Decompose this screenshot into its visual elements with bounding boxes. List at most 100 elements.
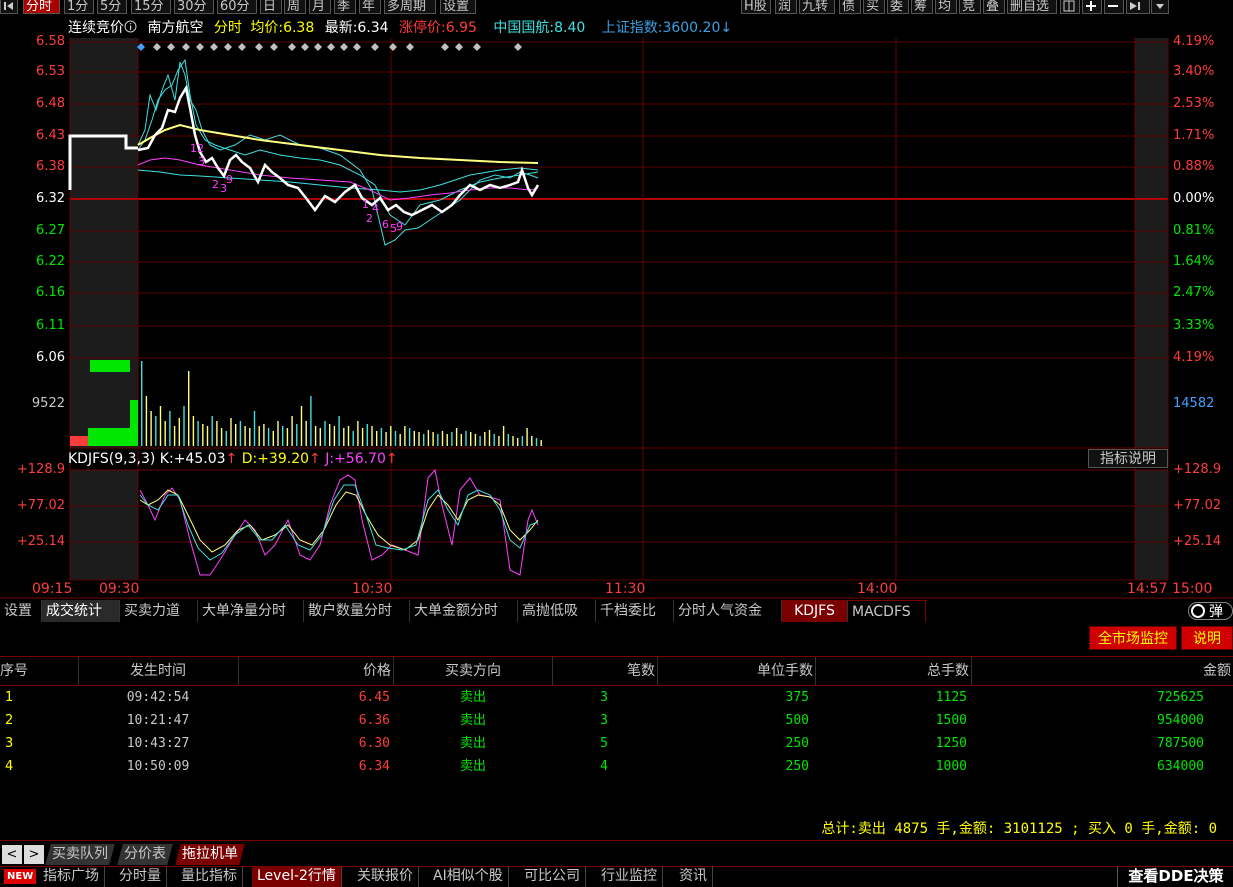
time-label-1400: 14:00: [857, 581, 898, 597]
table-row[interactable]: 3 10:43:27 6.30 卖出 5 250 1250 787500: [0, 732, 1233, 755]
volume-bar: [385, 432, 387, 446]
tab-related-quotes[interactable]: 关联报价: [352, 866, 419, 887]
indicator-tab-popularity[interactable]: 分时人气资金: [674, 600, 782, 622]
volume-bar: [338, 416, 340, 446]
table-cell: 634000: [1157, 759, 1204, 774]
tab-industry-monitor[interactable]: 行业监控: [596, 866, 663, 887]
price-label-right: 1.64%: [1173, 254, 1215, 269]
volume-bar: [333, 426, 336, 446]
volume-bar: [371, 426, 373, 446]
table-cell: 1: [5, 690, 14, 705]
tab-order-queue[interactable]: 买卖队列: [45, 844, 115, 865]
tab-level2[interactable]: Level-2行情: [252, 866, 342, 887]
volume-bar: [507, 434, 509, 446]
volume-bar: [249, 428, 251, 446]
indicator-tab-macdfs[interactable]: MACDFS: [848, 600, 926, 622]
volume-bar: [531, 436, 533, 446]
price-label-right: 0.81%: [1173, 223, 1215, 238]
volume-bar: [455, 428, 458, 446]
th-amount[interactable]: 金额: [972, 657, 1233, 685]
dde-decision-button[interactable]: 查看DDE决策: [1117, 866, 1233, 887]
time-label-1030: 10:30: [352, 581, 393, 597]
popup-toggle[interactable]: 弹: [1188, 602, 1233, 620]
diamond-marker: [182, 43, 190, 51]
tab-indicator-plaza[interactable]: 指标广场: [38, 866, 105, 887]
market-monitor-button[interactable]: 全市场监控: [1089, 626, 1177, 650]
volume-axis-right: 14582: [1173, 396, 1215, 411]
tab-tractor-orders[interactable]: 拖拉机单: [175, 844, 245, 865]
table-cell: 6.45: [358, 690, 390, 705]
indicator-tab-kdjfs[interactable]: KDJFS: [782, 600, 848, 622]
th-time[interactable]: 发生时间: [78, 657, 239, 685]
volume-bar: [319, 428, 321, 446]
volume-bar: [517, 438, 519, 446]
kdj-axis-right-0: +128.9: [1173, 462, 1222, 477]
th-index[interactable]: 序号: [0, 657, 79, 685]
volume-bar: [512, 436, 514, 446]
kdj-line: [139, 484, 539, 561]
indicator-tab-big-amount[interactable]: 大单金额分时: [410, 600, 518, 622]
time-label-1130: 11:30: [605, 581, 646, 597]
volume-bar: [141, 361, 143, 446]
explain-button[interactable]: 说明: [1181, 626, 1233, 650]
th-total-lots[interactable]: 总手数: [816, 657, 972, 685]
tab-ai-similar[interactable]: AI相似个股: [428, 866, 509, 887]
table-cell: 卖出: [459, 759, 486, 774]
volume-bar: [521, 436, 524, 446]
volume-bar: [253, 411, 256, 446]
scroll-prev-button[interactable]: <: [2, 845, 22, 864]
price-label-left: 6.11: [36, 318, 65, 333]
diamond-marker: [224, 43, 232, 51]
indicator-tab-big-net-volume[interactable]: 大单净量分时: [198, 600, 304, 622]
signal-number: 9: [226, 173, 233, 186]
th-direction[interactable]: 买卖方向: [394, 657, 553, 685]
indicator-tab-trade-stats[interactable]: 成交统计: [42, 600, 120, 622]
tab-price-table[interactable]: 分价表: [117, 844, 173, 865]
th-price[interactable]: 价格: [238, 657, 394, 685]
volume-bar: [380, 428, 383, 446]
table-cell: 6.36: [358, 713, 390, 728]
volume-bar: [535, 438, 538, 446]
diamond-marker: [153, 43, 161, 51]
volume-bar: [150, 411, 152, 446]
table-cell: 卖出: [459, 736, 486, 751]
indicator-tab-buy-sell-force[interactable]: 买卖力道: [120, 600, 198, 622]
volume-bar: [314, 426, 317, 446]
price-label-right: 3.33%: [1173, 318, 1215, 333]
volume-bar: [277, 421, 279, 446]
postmarket-band-kdj: [1135, 470, 1168, 580]
table-cell: 卖出: [459, 713, 486, 728]
th-count[interactable]: 笔数: [552, 657, 658, 685]
volume-bar: [282, 426, 284, 446]
tab-intraday-volume[interactable]: 分时量: [114, 866, 167, 887]
table-header: 序号 发生时间 价格 买卖方向 笔数 单位手数 总手数 金额: [0, 656, 1233, 686]
summary-divider: [0, 840, 1233, 841]
volume-bar: [399, 434, 401, 446]
tab-order-queue-label: 买卖队列: [52, 846, 108, 862]
signal-number: 2: [212, 178, 219, 191]
scroll-next-button[interactable]: >: [24, 845, 44, 864]
volume-bar: [432, 432, 434, 446]
table-row[interactable]: 1 09:42:54 6.45 卖出 3 375 1125 725625: [0, 686, 1233, 709]
tab-news[interactable]: 资讯: [674, 866, 713, 887]
table-row[interactable]: 4 10:50:09 6.34 卖出 4 250 1000 634000: [0, 755, 1233, 778]
indicator-tab-settings[interactable]: 设置: [0, 600, 42, 622]
tab-volume-ratio[interactable]: 量比指标: [176, 866, 243, 887]
tab-comparable[interactable]: 可比公司: [519, 866, 586, 887]
volume-bar: [90, 360, 130, 372]
kdj-lines: [139, 468, 539, 576]
volume-bar: [178, 418, 180, 446]
th-unit-lots[interactable]: 单位手数: [658, 657, 816, 685]
table-row[interactable]: 2 10:21:47 6.36 卖出 3 500 1500 954000: [0, 709, 1233, 732]
diamond-marker: [255, 43, 263, 51]
indicator-tab-high-low[interactable]: 高抛低吸: [518, 600, 596, 622]
indicator-explain-button[interactable]: 指标说明: [1088, 449, 1168, 468]
volume-bar: [286, 428, 289, 446]
indicator-tab-thousand-ratio[interactable]: 千档委比: [596, 600, 674, 622]
intraday-chart[interactable]: 1232 391246 5 9: [0, 0, 1233, 600]
diamond-marker: [327, 43, 335, 51]
volume-bar: [484, 432, 486, 446]
volume-bar: [173, 426, 176, 446]
volume-bar: [197, 421, 199, 446]
indicator-tab-retail-count[interactable]: 散户数量分时: [304, 600, 410, 622]
